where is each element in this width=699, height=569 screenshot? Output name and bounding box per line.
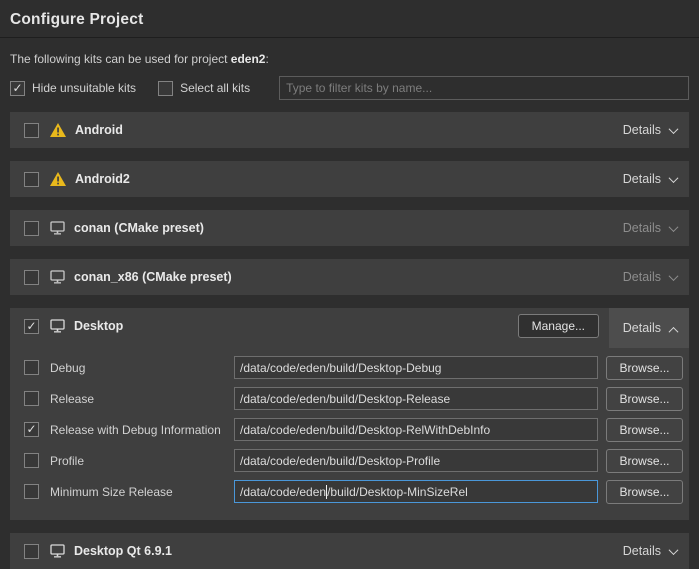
- details-label: Details: [623, 221, 661, 235]
- hide-unsuitable-checkbox[interactable]: [10, 81, 25, 96]
- kit-checkbox-conan-x86[interactable]: [24, 270, 39, 285]
- kit-checkbox-desktop[interactable]: [24, 319, 39, 334]
- path-text-before-cursor: /data/code/eden: [240, 485, 326, 499]
- kits-description-suffix: :: [265, 52, 268, 66]
- browse-button-relwithdebinfo[interactable]: Browse...: [606, 418, 683, 442]
- details-label: Details: [623, 321, 661, 335]
- config-label: Profile: [50, 454, 234, 468]
- kit-row-conan-x86: conan_x86 (CMake preset) Details: [10, 259, 689, 295]
- kit-filter-row: Hide unsuitable kits Select all kits: [10, 76, 689, 100]
- config-checkbox-release[interactable]: [24, 391, 39, 406]
- details-toggle-desktop-qt-691[interactable]: Details: [609, 533, 689, 569]
- path-input-profile[interactable]: [234, 449, 598, 472]
- chevron-down-icon: [669, 124, 679, 134]
- kit-header-conan[interactable]: conan (CMake preset) Details: [10, 210, 689, 246]
- desktop-icon: [50, 319, 65, 333]
- config-row-relwithdebinfo: Release with Debug Information Browse...: [24, 414, 683, 445]
- kit-name: conan (CMake preset): [74, 221, 204, 235]
- details-toggle-desktop[interactable]: Details: [609, 308, 689, 348]
- kit-name: conan_x86 (CMake preset): [74, 270, 232, 284]
- select-all-kits-label[interactable]: Select all kits: [180, 81, 250, 95]
- kit-header-desktop-qt-691[interactable]: Desktop Qt 6.9.1 Details: [10, 533, 689, 569]
- kit-checkbox-conan[interactable]: [24, 221, 39, 236]
- kit-row-android2: Android2 Details: [10, 161, 689, 197]
- kit-name: Desktop: [74, 319, 123, 333]
- chevron-up-icon: [669, 326, 679, 336]
- config-row-minimum-size-release: Minimum Size Release /data/code/eden/bui…: [24, 476, 683, 507]
- kit-filter-input[interactable]: [279, 76, 689, 100]
- path-input-relwithdebinfo[interactable]: [234, 418, 598, 441]
- browse-button-profile[interactable]: Browse...: [606, 449, 683, 473]
- browse-button-debug[interactable]: Browse...: [606, 356, 683, 380]
- warning-icon: [50, 172, 66, 186]
- desktop-icon: [50, 544, 65, 558]
- details-label: Details: [623, 544, 661, 558]
- config-checkbox-debug[interactable]: [24, 360, 39, 375]
- path-input-minimum-size-release[interactable]: /data/code/eden/build/Desktop-MinSizeRel: [234, 480, 598, 503]
- chevron-down-icon: [669, 271, 679, 281]
- kit-row-conan: conan (CMake preset) Details: [10, 210, 689, 246]
- desktop-build-configs: Debug Browse... Release Browse... Releas…: [10, 344, 689, 520]
- config-label: Minimum Size Release: [50, 485, 234, 499]
- kits-description-text: The following kits can be used for proje…: [10, 52, 231, 66]
- kit-name: Desktop Qt 6.9.1: [74, 544, 172, 558]
- path-input-debug[interactable]: [234, 356, 598, 379]
- chevron-down-icon: [669, 545, 679, 555]
- kit-row-desktop: Desktop Manage... Details Debug Browse..…: [10, 308, 689, 520]
- kit-name: Android2: [75, 172, 130, 186]
- kit-checkbox-desktop-qt-691[interactable]: [24, 544, 39, 559]
- chevron-down-icon: [669, 222, 679, 232]
- config-checkbox-profile[interactable]: [24, 453, 39, 468]
- select-all-kits-checkbox[interactable]: [158, 81, 173, 96]
- desktop-icon: [50, 270, 65, 284]
- config-row-release: Release Browse...: [24, 383, 683, 414]
- hide-unsuitable-label[interactable]: Hide unsuitable kits: [32, 81, 136, 95]
- project-name: eden2: [231, 52, 266, 66]
- kit-checkbox-android2[interactable]: [24, 172, 39, 187]
- kit-name: Android: [75, 123, 123, 137]
- page-title: Configure Project: [10, 11, 689, 29]
- kit-list: Android Details Android2 Details: [10, 112, 689, 569]
- kit-header-android[interactable]: Android Details: [10, 112, 689, 148]
- browse-button-minimum-size-release[interactable]: Browse...: [606, 480, 683, 504]
- config-row-profile: Profile Browse...: [24, 445, 683, 476]
- kit-header-conan-x86[interactable]: conan_x86 (CMake preset) Details: [10, 259, 689, 295]
- page-header: Configure Project: [0, 0, 699, 38]
- kits-description: The following kits can be used for proje…: [10, 52, 689, 66]
- config-checkbox-minimum-size-release[interactable]: [24, 484, 39, 499]
- desktop-icon: [50, 221, 65, 235]
- path-text-after-cursor: /build/Desktop-MinSizeRel: [327, 485, 468, 499]
- chevron-down-icon: [669, 173, 679, 183]
- config-row-debug: Debug Browse...: [24, 352, 683, 383]
- config-checkbox-relwithdebinfo[interactable]: [24, 422, 39, 437]
- kit-checkbox-android[interactable]: [24, 123, 39, 138]
- details-toggle-android2[interactable]: Details: [609, 161, 689, 197]
- kit-header-desktop[interactable]: Desktop Manage... Details: [10, 308, 689, 344]
- config-label: Debug: [50, 361, 234, 375]
- details-label: Details: [623, 172, 661, 186]
- browse-button-release[interactable]: Browse...: [606, 387, 683, 411]
- kit-row-android: Android Details: [10, 112, 689, 148]
- details-toggle-conan: Details: [609, 210, 689, 246]
- details-label: Details: [623, 123, 661, 137]
- details-label: Details: [623, 270, 661, 284]
- warning-icon: [50, 123, 66, 137]
- path-input-release[interactable]: [234, 387, 598, 410]
- config-label: Release: [50, 392, 234, 406]
- manage-kits-button[interactable]: Manage...: [518, 314, 599, 338]
- kit-header-android2[interactable]: Android2 Details: [10, 161, 689, 197]
- kit-row-desktop-qt-691: Desktop Qt 6.9.1 Details: [10, 533, 689, 569]
- details-toggle-android[interactable]: Details: [609, 112, 689, 148]
- config-label: Release with Debug Information: [50, 423, 234, 437]
- details-toggle-conan-x86: Details: [609, 259, 689, 295]
